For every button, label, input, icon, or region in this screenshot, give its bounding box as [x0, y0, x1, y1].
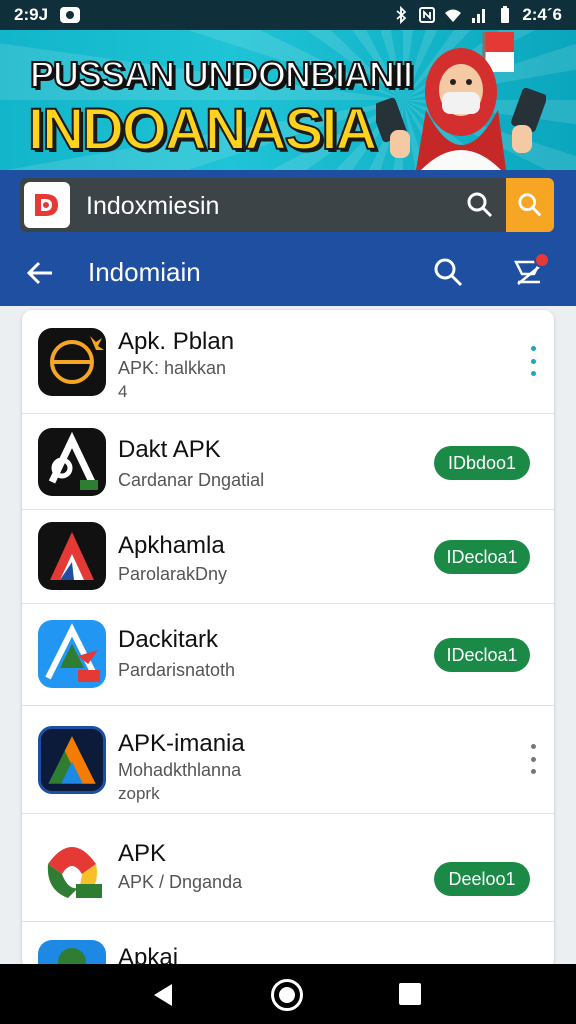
app-icon: [38, 428, 106, 496]
app-subtitle: Pardarisnatoth: [118, 660, 236, 680]
app-icon: [38, 522, 106, 590]
search-input[interactable]: Indoxmiesin: [20, 178, 554, 232]
app-name: APK: [118, 840, 167, 867]
wifi-icon: [445, 9, 462, 22]
app-subtitle: APK: halkkan: [118, 358, 227, 378]
search-area: Indoxmiesin: [0, 170, 576, 240]
app-subtitle: Mohadkthlanna: [118, 760, 242, 780]
cart-badge: [534, 252, 550, 268]
download-button[interactable]: IDecloa1: [434, 540, 530, 574]
nfc-icon: [419, 7, 436, 23]
app-name: Apk. Pblan: [118, 328, 235, 355]
app-icon: [38, 328, 106, 396]
list-item[interactable]: Apk. Pblan APK: halkkan 4: [22, 310, 554, 414]
status-time-left: 2:9J: [14, 5, 49, 24]
nav-home-icon[interactable]: [271, 979, 303, 1011]
bluetooth-icon: [396, 6, 407, 24]
app-icon: [38, 834, 106, 902]
list-item[interactable]: APK-imania Mohadkthlanna zoprk: [22, 706, 554, 814]
app-subtitle: Cardanar Dngatial: [118, 470, 265, 490]
app-icon: [38, 620, 106, 688]
download-button[interactable]: IDbdoo1: [434, 446, 530, 480]
app-icon: [38, 726, 106, 794]
promo-banner[interactable]: PUSSAN UNDONBIANII INDOANASIA: [0, 30, 576, 170]
list-item[interactable]: Dakt APK Cardanar Dngatial IDbdoo1: [22, 414, 554, 510]
status-time-right: 2:4´6: [522, 5, 562, 24]
logo-icon: [35, 194, 58, 216]
search-icon[interactable]: [466, 191, 494, 219]
app-logo: [24, 182, 70, 228]
list-item[interactable]: Apkai: [22, 922, 554, 970]
toolbar: Indomiain: [0, 240, 576, 306]
search-icon: [518, 193, 542, 217]
app-name: APK-imania: [118, 730, 245, 757]
nav-back-icon[interactable]: [150, 982, 176, 1008]
nav-recents-icon[interactable]: [399, 983, 421, 1005]
app-name: Dakt APK: [118, 436, 221, 463]
app-name: Apkhamla: [118, 532, 225, 559]
download-button[interactable]: Deeloo1: [434, 862, 530, 896]
search-icon[interactable]: [432, 256, 464, 288]
status-bar: 2:9J 2:4´6: [0, 0, 576, 30]
back-arrow-icon[interactable]: [24, 257, 56, 289]
banner-illustration: [376, 32, 546, 170]
app-list: Apk. Pblan APK: halkkan 4 Dakt APK Carda…: [22, 310, 554, 970]
app-meta: zoprk: [118, 784, 160, 803]
app-subtitle: APK / Dnganda: [118, 872, 243, 892]
search-button[interactable]: [506, 178, 554, 232]
banner-subtitle: INDOANASIA: [27, 96, 378, 163]
battery-icon: [501, 6, 510, 23]
list-item[interactable]: Apkhamla ParolarakDny IDecloa1: [22, 510, 554, 604]
download-button[interactable]: IDecloa1: [434, 638, 530, 672]
signal-icon: [472, 9, 486, 23]
more-options-icon[interactable]: [526, 744, 540, 774]
toolbar-title: Indomiain: [88, 257, 201, 287]
list-item[interactable]: APK APK / Dnganda Deeloo1: [22, 814, 554, 922]
search-query[interactable]: Indoxmiesin: [86, 192, 219, 221]
app-subtitle: ParolarakDny: [118, 564, 228, 584]
banner-title: PUSSAN UNDONBIANII: [29, 53, 414, 96]
navigation-bar: [0, 964, 576, 1024]
list-item[interactable]: Dackitark Pardarisnatoth IDecloa1: [22, 604, 554, 706]
more-options-icon[interactable]: [526, 346, 540, 376]
app-name: Dackitark: [118, 626, 219, 653]
notification-icon: [60, 7, 81, 23]
app-meta: 4: [118, 382, 128, 401]
